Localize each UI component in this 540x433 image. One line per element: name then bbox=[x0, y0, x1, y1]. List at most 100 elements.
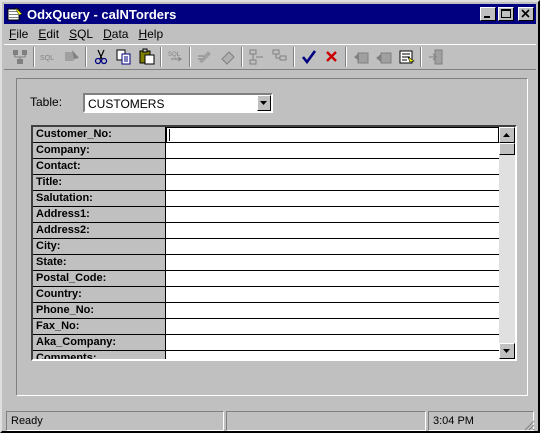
cancel-button[interactable] bbox=[320, 46, 343, 68]
field-input[interactable] bbox=[166, 159, 499, 175]
record-first-icon bbox=[353, 52, 368, 64]
menu-help[interactable]: Help bbox=[133, 27, 168, 41]
field-input[interactable] bbox=[166, 255, 499, 271]
toolbar-separator bbox=[420, 47, 422, 67]
maximize-button[interactable] bbox=[498, 7, 514, 21]
status-message: Ready bbox=[6, 411, 224, 431]
grid-vertical-scrollbar[interactable] bbox=[499, 127, 515, 359]
scroll-thumb[interactable] bbox=[499, 143, 515, 155]
field-row: Phone_No: bbox=[33, 303, 499, 319]
insert-row-icon bbox=[249, 49, 263, 65]
eraser-icon bbox=[220, 51, 235, 65]
record-first-button[interactable] bbox=[349, 46, 372, 68]
paste-button[interactable] bbox=[135, 46, 158, 68]
svg-text:SQL: SQL bbox=[40, 55, 54, 62]
menu-bar: File Edit SQL Data Help bbox=[4, 24, 536, 44]
field-input[interactable] bbox=[166, 223, 499, 239]
minimize-button[interactable] bbox=[480, 7, 496, 21]
record-open-icon bbox=[399, 50, 415, 64]
status-clock: 3:04 PM bbox=[428, 411, 534, 431]
delete-row-button[interactable] bbox=[268, 46, 291, 68]
field-input[interactable] bbox=[166, 335, 499, 351]
field-label: Company: bbox=[33, 143, 166, 159]
toolbar: SQL SQL bbox=[4, 44, 536, 70]
close-button[interactable] bbox=[518, 7, 534, 21]
menu-file[interactable]: File bbox=[4, 27, 33, 41]
field-row: State: bbox=[33, 255, 499, 271]
window-title: OdxQuery - calNTorders bbox=[27, 6, 177, 22]
sql-query-button[interactable]: SQL bbox=[164, 46, 187, 68]
field-label: State: bbox=[33, 255, 166, 271]
insert-row-button[interactable] bbox=[245, 46, 268, 68]
field-input[interactable] bbox=[166, 303, 499, 319]
field-input[interactable] bbox=[166, 175, 499, 191]
table-select-dropdown-button[interactable] bbox=[257, 95, 271, 111]
sql-query-icon: SQL bbox=[168, 52, 183, 62]
connect-button[interactable] bbox=[8, 46, 31, 68]
delete-row-icon bbox=[272, 49, 286, 61]
field-label: Comments: bbox=[33, 351, 166, 359]
menu-data[interactable]: Data bbox=[98, 27, 133, 41]
field-row: Salutation: bbox=[33, 191, 499, 207]
field-input[interactable] bbox=[166, 271, 499, 287]
field-input[interactable] bbox=[166, 351, 499, 359]
resize-grip-icon[interactable] bbox=[523, 419, 535, 431]
field-label: Salutation: bbox=[33, 191, 166, 207]
field-label: Title: bbox=[33, 175, 166, 191]
title-bar[interactable]: OdxQuery - calNTorders bbox=[4, 4, 536, 24]
cut-button[interactable] bbox=[89, 46, 112, 68]
copy-icon bbox=[116, 49, 130, 65]
form-panel: Table: CUSTOMERS Comments: Aka_Company: Fa… bbox=[16, 78, 528, 396]
menu-edit[interactable]: Edit bbox=[33, 27, 64, 41]
field-input[interactable] bbox=[166, 287, 499, 303]
table-select[interactable]: CUSTOMERS bbox=[83, 93, 273, 113]
chevron-down-icon bbox=[260, 101, 267, 105]
field-label: Fax_No: bbox=[33, 319, 166, 335]
field-row: Comments: bbox=[33, 351, 499, 359]
sql-icon: SQL bbox=[40, 55, 54, 62]
record-open-button[interactable] bbox=[395, 46, 418, 68]
field-input[interactable] bbox=[166, 191, 499, 207]
checkmark-icon bbox=[301, 50, 316, 65]
sql-run-button[interactable] bbox=[60, 46, 83, 68]
toolbar-separator bbox=[345, 47, 347, 67]
cut-icon bbox=[94, 49, 107, 65]
edit-icon bbox=[197, 51, 211, 63]
field-label: Contact: bbox=[33, 159, 166, 175]
status-panel-middle bbox=[226, 411, 426, 431]
status-bar: Ready 3:04 PM bbox=[4, 410, 536, 432]
record-prev-button[interactable] bbox=[372, 46, 395, 68]
edit-button[interactable] bbox=[193, 46, 216, 68]
scroll-down-button[interactable] bbox=[499, 343, 515, 359]
field-input[interactable] bbox=[166, 143, 499, 159]
record-prev-icon bbox=[375, 52, 391, 64]
field-row: Aka_Company: bbox=[33, 335, 499, 351]
table-label: Table: bbox=[30, 95, 63, 109]
field-input[interactable] bbox=[166, 127, 499, 143]
exit-button[interactable] bbox=[424, 46, 447, 68]
field-input[interactable] bbox=[166, 319, 499, 335]
menu-sql[interactable]: SQL bbox=[64, 27, 98, 41]
toolbar-separator bbox=[189, 47, 191, 67]
toolbar-separator bbox=[241, 47, 243, 67]
field-label: Aka_Company: bbox=[33, 335, 166, 351]
field-row: City: bbox=[33, 239, 499, 255]
field-row: Title: bbox=[33, 175, 499, 191]
copy-button[interactable] bbox=[112, 46, 135, 68]
scroll-up-button[interactable] bbox=[499, 127, 515, 143]
toolbar-separator bbox=[160, 47, 162, 67]
field-input[interactable] bbox=[166, 239, 499, 255]
apply-button[interactable] bbox=[297, 46, 320, 68]
toolbar-separator bbox=[85, 47, 87, 67]
eraser-button[interactable] bbox=[216, 46, 239, 68]
record-grid: Comments: Aka_Company: Fax_No: Phone_No: Cou… bbox=[31, 125, 517, 361]
sql-run-icon bbox=[64, 50, 79, 61]
field-input[interactable] bbox=[166, 207, 499, 223]
field-row: Postal_Code: bbox=[33, 271, 499, 287]
toolbar-separator bbox=[33, 47, 35, 67]
sql-button[interactable]: SQL bbox=[37, 46, 60, 68]
field-label: Postal_Code: bbox=[33, 271, 166, 287]
app-window: OdxQuery - calNTorders File Edit SQL Dat… bbox=[0, 0, 540, 433]
field-row: Customer_No: bbox=[33, 127, 499, 143]
app-icon[interactable] bbox=[7, 6, 23, 22]
